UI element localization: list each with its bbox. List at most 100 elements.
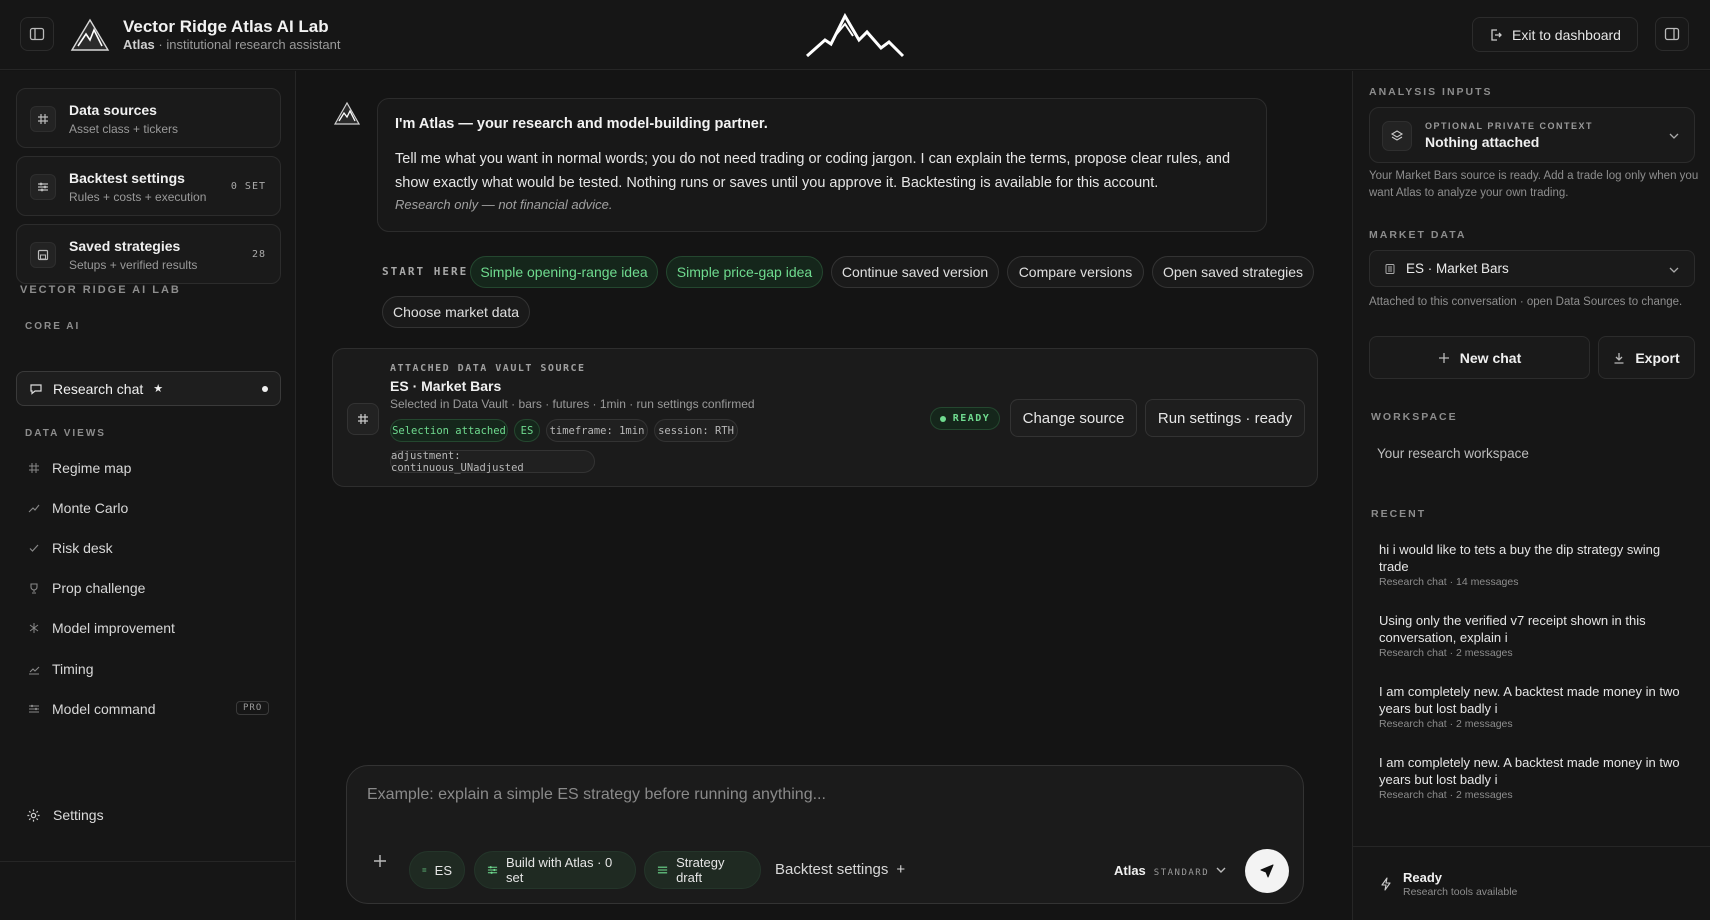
grid-icon [29, 463, 39, 473]
plus-icon [1438, 352, 1449, 363]
atlas-avatar-icon [334, 101, 360, 125]
star-icon: ★ [153, 383, 164, 395]
org-label: VECTOR RIDGE AI LAB [20, 284, 181, 296]
recent-item[interactable]: I am completely new. A backtest made mon… [1379, 755, 1689, 801]
suggestion-compare-versions[interactable]: Compare versions [1007, 256, 1144, 288]
chevron-down-icon [1669, 133, 1679, 139]
recent-label: RECENT [1371, 508, 1427, 520]
status-badge: READY [930, 407, 1000, 430]
export-button[interactable]: Export [1598, 336, 1695, 379]
change-source-button[interactable]: Change source [1010, 399, 1137, 437]
source-label: ATTACHED DATA VAULT SOURCE [390, 363, 586, 374]
center-mountain-logo [806, 12, 905, 58]
suggestion-continue-saved[interactable]: Continue saved version [831, 256, 999, 288]
suggestion-open-saved[interactable]: Open saved strategies [1152, 256, 1314, 288]
backtest-settings-card[interactable]: Backtest settings Rules + costs + execut… [16, 156, 281, 216]
exit-to-dashboard-button[interactable]: Exit to dashboard [1472, 17, 1638, 52]
composer-chip-build[interactable]: Build with Atlas · 0 set [474, 851, 636, 889]
saved-count-badge: 28 [251, 249, 266, 260]
source-title: ES · Market Bars [390, 378, 502, 394]
assistant-disclaimer: Research only — not financial advice. [395, 197, 613, 212]
message-composer: Example: explain a simple ES strategy be… [346, 765, 1304, 904]
run-settings-button[interactable]: Run settings · ready [1145, 399, 1305, 437]
app-title: Vector Ridge Atlas AI Lab [123, 17, 329, 36]
chat-icon [30, 383, 42, 395]
chevron-down-icon[interactable] [1215, 864, 1227, 876]
nav-timing[interactable]: Timing [28, 658, 94, 680]
save-icon [30, 242, 56, 268]
start-here-label: START HERE [382, 265, 469, 278]
toggle-left-sidebar-button[interactable] [20, 17, 54, 51]
market-data-note: Attached to this conversation · open Dat… [1369, 296, 1683, 308]
backtest-count-badge: 0 SET [230, 181, 266, 192]
check-icon [29, 544, 39, 552]
layers-icon [1382, 121, 1412, 151]
sliders-icon [487, 866, 498, 874]
app-subtitle: Atlas · institutional research assistant [123, 37, 341, 52]
recent-item[interactable]: I am completely new. A backtest made mon… [1379, 684, 1689, 730]
core-ai-label: CORE AI [25, 321, 81, 332]
suggestion-choose-market-data[interactable]: Choose market data [382, 296, 530, 328]
suggestion-price-gap[interactable]: Simple price-gap idea [666, 256, 823, 288]
saved-strategies-card[interactable]: Saved strategies Setups + verified resul… [16, 224, 281, 284]
workspace-value[interactable]: Your research workspace [1377, 446, 1529, 461]
tag-timeframe: timeframe: 1min [546, 419, 648, 442]
brand-mountain-logo [70, 18, 110, 51]
gear-icon [27, 808, 40, 822]
trend-icon [28, 504, 40, 513]
context-note: Your Market Bars source is ready. Add a … [1369, 170, 1699, 199]
send-button[interactable] [1245, 849, 1289, 893]
send-icon [1260, 864, 1274, 878]
ready-dot [939, 415, 946, 422]
nav-research-chat[interactable]: Research chat ★ [16, 371, 281, 406]
sliders-icon [30, 174, 56, 200]
assistant-message: I'm Atlas — your research and model-buil… [377, 98, 1267, 232]
plus-icon[interactable] [373, 854, 387, 868]
grid-icon [347, 403, 379, 435]
top-header: Vector Ridge Atlas AI Lab Atlas · instit… [0, 0, 1710, 70]
nav-risk-desk[interactable]: Risk desk [28, 537, 113, 559]
nav-regime-map[interactable]: Regime map [28, 457, 131, 479]
database-icon [1385, 263, 1395, 274]
hash-icon [30, 106, 56, 132]
assistant-greeting: I'm Atlas — your research and model-buil… [395, 116, 768, 132]
download-icon [1614, 352, 1624, 364]
nav-model-command[interactable]: Model command [28, 698, 156, 720]
trophy-icon [30, 583, 38, 594]
private-context-select[interactable]: OPTIONAL PRIVATE CONTEXT Nothing attache… [1369, 107, 1695, 163]
attached-source-card: ATTACHED DATA VAULT SOURCE ES · Market B… [332, 348, 1318, 487]
model-selector[interactable]: Atlas STANDARD [1114, 863, 1209, 878]
settings-link[interactable]: Settings [26, 807, 104, 823]
toggle-right-sidebar-button[interactable] [1655, 17, 1689, 51]
nav-prop-challenge[interactable]: Prop challenge [28, 577, 145, 599]
composer-chip-strategy-draft[interactable]: Strategy draft [644, 851, 761, 889]
composer-chip-symbol[interactable]: ES [409, 851, 465, 889]
sidebar-left-icon [29, 27, 45, 41]
recent-item[interactable]: Using only the verified v7 receipt shown… [1379, 613, 1689, 659]
nav-monte-carlo[interactable]: Monte Carlo [28, 497, 128, 519]
right-sidebar: ANALYSIS INPUTS OPTIONAL PRIVATE CONTEXT… [1352, 71, 1710, 920]
composer-input[interactable]: Example: explain a simple ES strategy be… [367, 786, 826, 804]
source-subtitle: Selected in Data Vault · bars · futures … [390, 397, 755, 411]
tag-session: session: RTH [654, 419, 738, 442]
new-chat-button[interactable]: New chat [1369, 336, 1590, 379]
analysis-inputs-label: ANALYSIS INPUTS [1369, 86, 1493, 98]
pro-badge: PRO [236, 701, 270, 715]
data-sources-card[interactable]: Data sources Asset class + tickers [16, 88, 281, 148]
left-sidebar: Data sources Asset class + tickers Backt… [0, 71, 296, 920]
suggestion-opening-range[interactable]: Simple opening-range idea [470, 256, 658, 288]
active-dot [262, 386, 268, 392]
exit-icon [1491, 28, 1502, 41]
tag-adjustment: adjustment: continuous_UNadjusted [390, 450, 595, 474]
command-sliders-icon [29, 704, 39, 713]
chart-line-icon [29, 666, 40, 675]
nav-model-improvement[interactable]: Model improvement [28, 617, 175, 639]
data-views-label: DATA VIEWS [25, 428, 106, 439]
recent-item[interactable]: hi i would like to tets a buy the dip st… [1379, 542, 1689, 588]
bolt-icon [1381, 877, 1391, 891]
backtest-settings-toggle[interactable]: Backtest settings + [775, 861, 905, 878]
left-sidebar-footer [0, 861, 295, 920]
chevron-down-icon [1669, 267, 1679, 273]
market-data-select[interactable]: ES · Market Bars [1369, 250, 1695, 287]
sparkle-icon [29, 623, 39, 633]
